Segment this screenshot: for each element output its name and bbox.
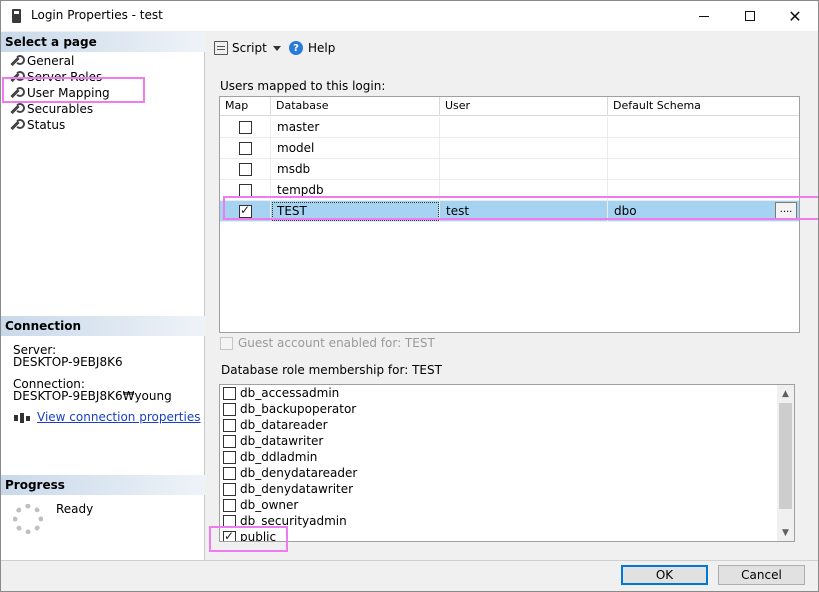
role-checkbox[interactable] bbox=[223, 434, 236, 448]
role-name: db_accessadmin bbox=[240, 386, 340, 400]
user-cell[interactable] bbox=[440, 117, 608, 138]
close-button[interactable]: ✕ bbox=[772, 1, 818, 31]
help-button[interactable]: ? Help bbox=[289, 41, 335, 55]
progress-header: Progress bbox=[1, 475, 205, 495]
list-item[interactable]: db_datawriter bbox=[223, 433, 323, 449]
minimize-icon bbox=[699, 15, 709, 17]
table-row[interactable]: msdb bbox=[220, 159, 799, 180]
list-item[interactable]: db_owner bbox=[223, 497, 298, 513]
page-item-general[interactable]: General bbox=[9, 53, 74, 69]
ok-button[interactable]: OK bbox=[621, 565, 708, 585]
cancel-button[interactable]: Cancel bbox=[718, 565, 805, 585]
scroll-down-icon[interactable]: ▼ bbox=[777, 524, 794, 541]
role-list-scrollbar[interactable]: ▲ ▼ bbox=[777, 385, 794, 541]
role-name: db_datareader bbox=[240, 418, 328, 432]
role-checkbox[interactable] bbox=[223, 498, 236, 512]
public-role-highlight bbox=[209, 526, 288, 552]
app-icon bbox=[12, 9, 21, 23]
role-name: db_owner bbox=[240, 498, 299, 512]
schema-cell[interactable] bbox=[608, 159, 799, 180]
role-name: db_ddladmin bbox=[240, 450, 318, 464]
column-header-user[interactable]: User bbox=[440, 97, 608, 116]
script-icon bbox=[214, 41, 228, 55]
map-cell bbox=[220, 159, 271, 180]
role-checkbox[interactable] bbox=[223, 466, 236, 480]
left-panel: Select a page General Server Roles User … bbox=[1, 32, 205, 560]
connection-value: DESKTOP-9EBJ8K6₩young bbox=[13, 389, 172, 403]
column-header-database[interactable]: Database bbox=[271, 97, 440, 116]
window-title: Login Properties - test bbox=[31, 8, 163, 22]
script-label: Script bbox=[232, 41, 267, 55]
role-checkbox[interactable] bbox=[223, 386, 236, 400]
page-item-label: Securables bbox=[27, 102, 94, 116]
role-membership-label: Database role membership for: TEST bbox=[221, 363, 442, 377]
role-checkbox[interactable] bbox=[223, 482, 236, 496]
map-checkbox[interactable] bbox=[239, 121, 252, 134]
map-cell bbox=[220, 138, 271, 159]
guest-account-checkbox[interactable] bbox=[220, 336, 233, 350]
progress-status: Ready bbox=[56, 502, 94, 516]
grid-header: Map Database User Default Schema bbox=[220, 97, 799, 116]
help-icon: ? bbox=[289, 41, 303, 55]
list-item[interactable]: db_ddladmin bbox=[223, 449, 317, 465]
database-cell: master bbox=[271, 117, 440, 138]
scrollbar-thumb[interactable] bbox=[779, 403, 792, 509]
minimize-button[interactable] bbox=[681, 1, 727, 31]
close-icon: ✕ bbox=[788, 6, 802, 26]
help-label: Help bbox=[308, 41, 336, 55]
script-button[interactable]: Script bbox=[214, 41, 281, 55]
role-name: db_denydatawriter bbox=[240, 482, 354, 496]
column-header-default-schema[interactable]: Default Schema bbox=[608, 97, 799, 116]
role-name: db_denydatareader bbox=[240, 466, 358, 480]
list-item[interactable]: db_datareader bbox=[223, 417, 328, 433]
map-cell bbox=[220, 117, 271, 138]
list-item[interactable]: db_denydatareader bbox=[223, 465, 357, 481]
list-item[interactable]: db_backupoperator bbox=[223, 401, 356, 417]
scroll-up-icon[interactable]: ▲ bbox=[777, 385, 794, 402]
maximize-button[interactable] bbox=[727, 1, 773, 31]
database-cell: model bbox=[271, 138, 440, 159]
users-mapped-label: Users mapped to this login: bbox=[220, 79, 386, 93]
wrench-icon bbox=[9, 54, 25, 68]
table-row[interactable]: model bbox=[220, 138, 799, 159]
wrench-icon bbox=[9, 102, 25, 116]
table-row[interactable]: master bbox=[220, 117, 799, 138]
schema-cell[interactable] bbox=[608, 117, 799, 138]
title-bar: Login Properties - test ✕ bbox=[1, 1, 818, 31]
column-header-map[interactable]: Map bbox=[220, 97, 271, 116]
view-connection-properties-link[interactable]: View connection properties bbox=[37, 410, 200, 424]
page-item-status[interactable]: Status bbox=[9, 117, 65, 133]
guest-account-row: Guest account enabled for: TEST bbox=[220, 336, 435, 350]
role-checkbox[interactable] bbox=[223, 450, 236, 464]
bottom-divider bbox=[1, 560, 818, 561]
selected-row-highlight bbox=[223, 196, 818, 220]
progress-spinner-icon bbox=[13, 504, 43, 534]
user-mapping-highlight bbox=[2, 77, 145, 103]
connection-header: Connection bbox=[1, 316, 205, 336]
maximize-icon bbox=[745, 11, 755, 21]
page-item-label: Status bbox=[27, 118, 66, 132]
map-checkbox[interactable] bbox=[239, 142, 252, 155]
server-value: DESKTOP-9EBJ8K6 bbox=[13, 355, 123, 369]
page-item-label: General bbox=[27, 54, 75, 68]
list-item[interactable]: db_denydatawriter bbox=[223, 481, 353, 497]
list-item[interactable]: db_accessadmin bbox=[223, 385, 339, 401]
role-checkbox[interactable] bbox=[223, 418, 236, 432]
user-cell[interactable] bbox=[440, 138, 608, 159]
database-cell: msdb bbox=[271, 159, 440, 180]
wrench-icon bbox=[9, 118, 25, 132]
map-checkbox[interactable] bbox=[239, 163, 252, 176]
role-name: db_backupoperator bbox=[240, 402, 357, 416]
connection-properties-icon bbox=[14, 413, 30, 423]
role-membership-list: db_accessadmin db_backupoperator db_data… bbox=[219, 384, 795, 542]
select-page-header: Select a page bbox=[1, 32, 205, 52]
role-checkbox[interactable] bbox=[223, 402, 236, 416]
schema-cell[interactable] bbox=[608, 138, 799, 159]
chevron-down-icon bbox=[272, 45, 281, 51]
user-cell[interactable] bbox=[440, 159, 608, 180]
guest-account-label: Guest account enabled for: TEST bbox=[238, 336, 435, 350]
login-properties-window: Login Properties - test ✕ Select a page … bbox=[0, 0, 819, 592]
page-item-securables[interactable]: Securables bbox=[9, 101, 93, 117]
role-name: db_datawriter bbox=[240, 434, 324, 448]
